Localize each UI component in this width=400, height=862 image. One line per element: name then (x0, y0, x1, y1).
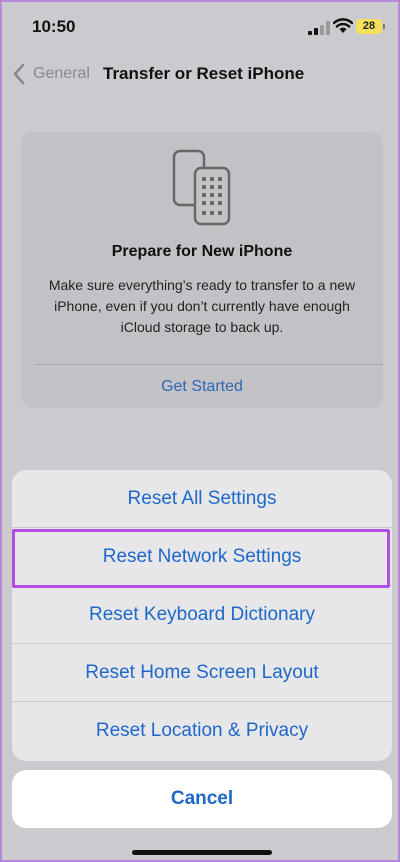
home-indicator[interactable] (132, 850, 272, 855)
card-title: Prepare for New iPhone (111, 243, 293, 260)
transfer-phones-icon (172, 149, 231, 226)
back-button[interactable]: General (33, 65, 90, 83)
wifi-icon (333, 18, 353, 33)
reset-keyboard-dictionary-button[interactable]: Reset Keyboard Dictionary (12, 586, 392, 644)
device-frame: 10:50 28 General Transfer or Reset iPhon… (0, 0, 400, 862)
reset-home-screen-layout-button[interactable]: Reset Home Screen Layout (12, 644, 392, 702)
cellular-signal-icon (308, 21, 330, 35)
navigation-bar: General Transfer or Reset iPhone (2, 57, 398, 91)
status-bar: 10:50 28 (2, 2, 398, 52)
cancel-button[interactable]: Cancel (12, 770, 392, 828)
status-time: 10:50 (32, 17, 76, 36)
chevron-left-icon[interactable] (12, 63, 26, 85)
reset-location-privacy-button[interactable]: Reset Location & Privacy (12, 702, 392, 760)
highlight-outline (12, 529, 390, 588)
battery-indicator: 28 (356, 19, 385, 34)
divider (35, 364, 383, 365)
action-sheet: Reset All Settings Reset Network Setting… (12, 470, 392, 761)
prepare-card: Prepare for New iPhone Make sure everyth… (21, 132, 383, 408)
reset-all-settings-button[interactable]: Reset All Settings (12, 470, 392, 528)
screen: 10:50 28 General Transfer or Reset iPhon… (2, 2, 398, 860)
get-started-button[interactable]: Get Started (21, 378, 383, 396)
card-description: Make sure everything’s ready to transfer… (48, 277, 356, 335)
page-title: Transfer or Reset iPhone (103, 64, 305, 83)
